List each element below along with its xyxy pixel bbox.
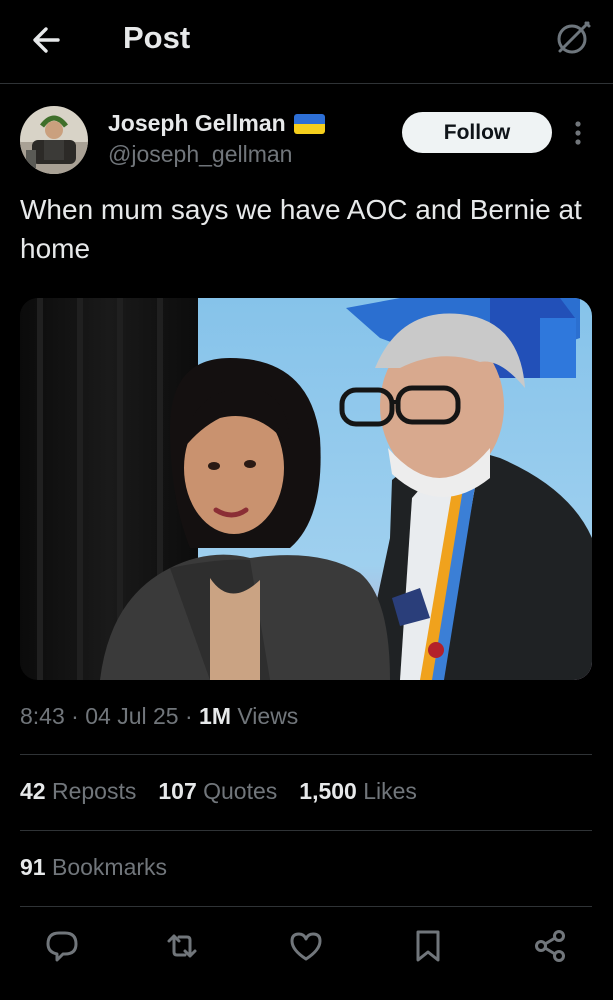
divider (20, 754, 592, 755)
bookmarks-count: 91 (20, 854, 46, 880)
quotes-label: Quotes (203, 778, 278, 804)
author-handle[interactable]: @joseph_gellman (108, 141, 292, 168)
post-time[interactable]: 8:43 (20, 703, 65, 729)
divider (20, 830, 592, 831)
reposts-stat[interactable]: 42 Reposts (20, 778, 136, 805)
ukraine-flag-icon (293, 113, 325, 134)
engagement-stats: 42 Reposts 107 Quotes 1,500 Likes (20, 778, 417, 805)
bookmarks-stat[interactable]: 91 Bookmarks (20, 854, 167, 881)
reply-icon[interactable] (44, 928, 80, 964)
top-bar: Post (0, 0, 613, 84)
divider (20, 906, 592, 907)
views-count: 1M (199, 703, 231, 729)
more-vertical-icon[interactable] (566, 117, 590, 149)
quotes-count: 107 (158, 778, 197, 804)
quotes-stat[interactable]: 107 Quotes (158, 778, 277, 805)
likes-count: 1,500 (299, 778, 357, 804)
post-meta: 8:43 · 04 Jul 25 · 1M Views (20, 703, 299, 729)
bookmark-icon[interactable] (410, 928, 446, 964)
author-name-row: Joseph Gellman (108, 110, 325, 137)
share-icon[interactable] (532, 928, 568, 964)
post-image[interactable] (20, 298, 592, 680)
action-bar (0, 920, 613, 974)
arrow-left-icon[interactable] (28, 20, 68, 60)
reposts-count: 42 (20, 778, 46, 804)
grok-icon[interactable] (553, 18, 593, 58)
repost-icon[interactable] (164, 928, 200, 964)
page-title: Post (123, 20, 191, 55)
likes-label: Likes (363, 778, 417, 804)
post-text: When mum says we have AOC and Bernie at … (20, 194, 582, 264)
like-icon[interactable] (288, 928, 324, 964)
likes-stat[interactable]: 1,500 Likes (299, 778, 417, 805)
bookmarks-label: Bookmarks (51, 854, 168, 880)
reposts-label: Reposts (51, 778, 137, 804)
follow-button[interactable]: Follow (402, 112, 552, 153)
avatar[interactable] (20, 106, 88, 174)
post-date[interactable]: 04 Jul 25 (85, 703, 178, 729)
author-name[interactable]: Joseph Gellman (108, 110, 286, 137)
views-label: Views (237, 703, 299, 729)
